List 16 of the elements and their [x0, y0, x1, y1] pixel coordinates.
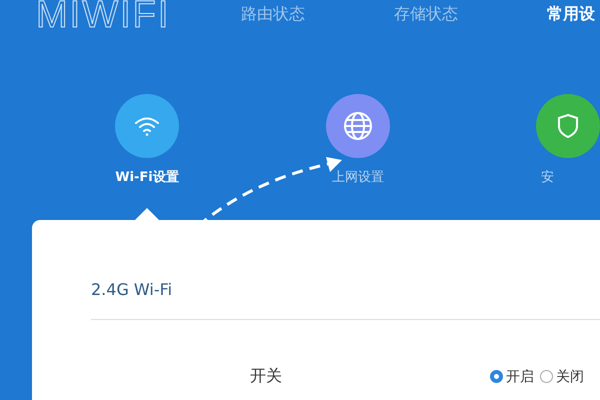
setting-label: 开关 — [250, 366, 283, 387]
shield-icon — [557, 113, 579, 139]
nav-tab[interactable]: 存储状态 — [394, 4, 547, 25]
radio-option[interactable]: 开启 — [490, 368, 534, 386]
nav-tab[interactable]: 常用设 — [547, 4, 595, 25]
logo: MIWIFI — [36, 0, 172, 34]
feature-label[interactable]: 上网设置 — [308, 168, 408, 186]
wifi-icon — [134, 116, 160, 136]
radio-button[interactable] — [490, 370, 503, 383]
section-title: 2.4G Wi-Fi — [91, 279, 174, 299]
feature-label[interactable]: 安 — [541, 168, 554, 186]
globe-icon — [343, 111, 373, 141]
nav-tab[interactable]: 路由状态 — [241, 4, 394, 25]
radio-button[interactable] — [540, 370, 553, 383]
radio-option[interactable]: 关闭 — [540, 368, 584, 386]
feature-label[interactable]: Wi-Fi设置 — [97, 168, 197, 186]
